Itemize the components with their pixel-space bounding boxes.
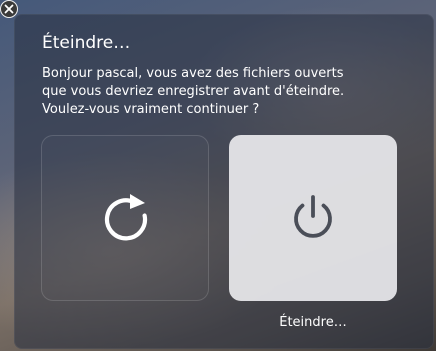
message-line: que vous devriez enregistrer avant d'éte… <box>42 84 345 99</box>
dialog-message: Bonjour pascal, vous avez des fichiers o… <box>42 65 422 119</box>
message-line: Voulez-vous vraiment continuer ? <box>42 102 260 117</box>
message-line: Bonjour pascal, vous avez des fichiers o… <box>42 66 344 81</box>
dialog-title: Éteindre… <box>42 33 131 53</box>
shutdown-label: Éteindre… <box>279 315 347 330</box>
power-icon <box>294 195 332 238</box>
shutdown-button[interactable] <box>229 135 397 301</box>
restart-button[interactable] <box>41 135 209 301</box>
close-button[interactable] <box>0 0 18 18</box>
close-icon <box>4 4 14 14</box>
restart-icon <box>104 194 148 241</box>
